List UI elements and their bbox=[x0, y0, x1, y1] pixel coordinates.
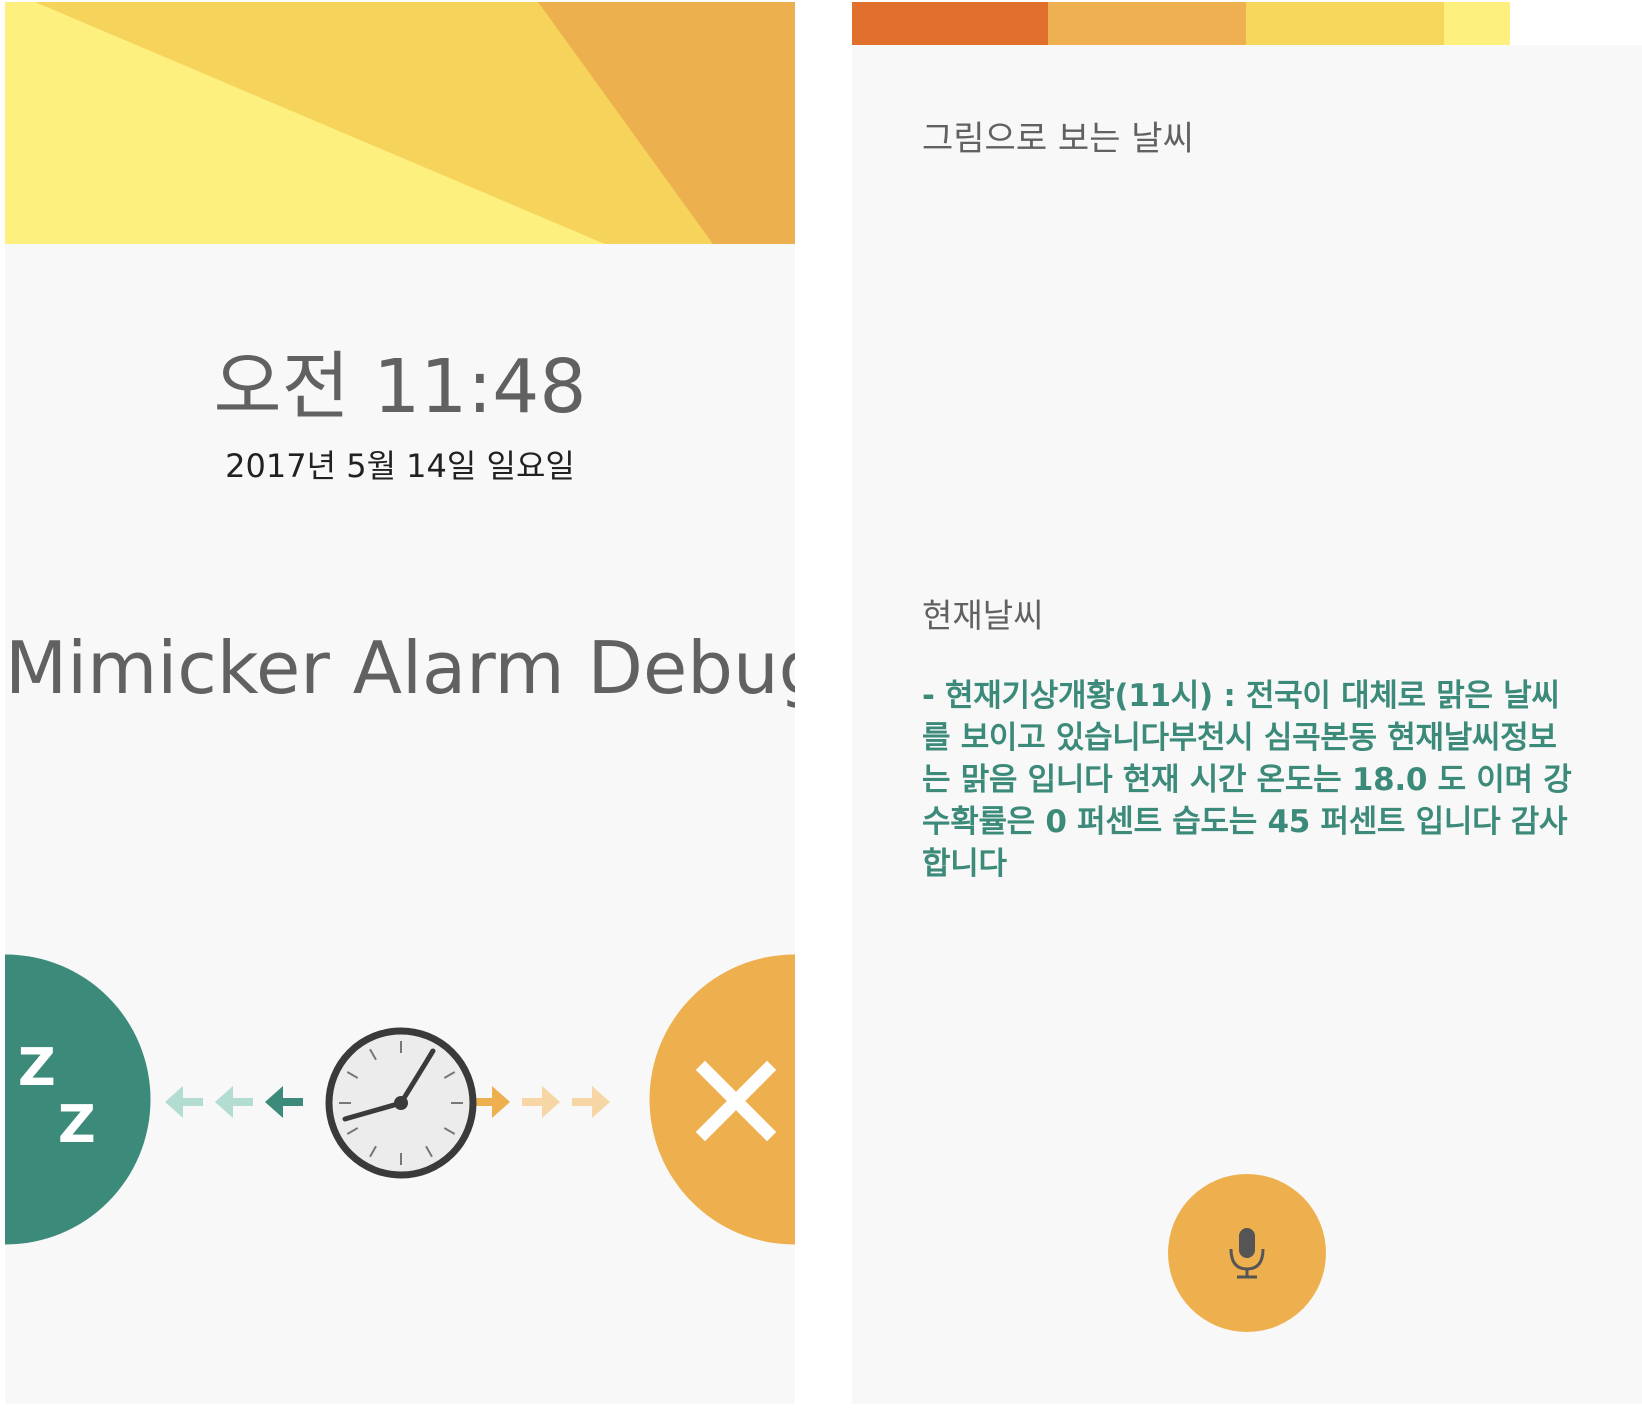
snooze-z-lower: Z bbox=[58, 1095, 96, 1155]
picture-weather-title: 그림으로 보는 날씨 bbox=[922, 119, 1194, 159]
dismiss-circle bbox=[649, 954, 795, 1245]
header-banner bbox=[5, 2, 795, 244]
weather-screen: 그림으로 보는 날씨 현재날씨 - 현재기상개황(11시) : 전국이 대체로 … bbox=[852, 45, 1642, 1404]
arrow-right-mid-icon bbox=[522, 1086, 560, 1118]
arrow-left-light-icon bbox=[165, 1086, 203, 1118]
arrow-left-dark-icon bbox=[265, 1086, 303, 1118]
alarm-date: 2017년 5월 14일 일요일 bbox=[225, 447, 575, 485]
dismiss-button[interactable] bbox=[647, 952, 795, 1247]
progress-segment-2 bbox=[1048, 2, 1246, 45]
alarm-time: 오전 11:48 bbox=[213, 344, 587, 430]
snooze-button[interactable]: Z Z bbox=[5, 952, 153, 1247]
progress-segment-4 bbox=[1444, 2, 1510, 45]
current-weather-title: 현재날씨 bbox=[922, 596, 1044, 635]
current-weather-text: - 현재기상개황(11시) : 전국이 대체로 맑은 날씨를 보이고 있습니다부… bbox=[922, 678, 1572, 882]
arrow-right-light-icon bbox=[572, 1086, 610, 1118]
progress-segment-3 bbox=[1246, 2, 1444, 45]
progress-bar bbox=[852, 2, 1510, 45]
alarm-ringing-screen: 오전 11:48 2017년 5월 14일 일요일 Mimicker Alarm… bbox=[5, 2, 795, 1404]
analog-clock-icon bbox=[325, 1027, 477, 1179]
progress-segment-1 bbox=[852, 2, 1048, 45]
mic-button[interactable] bbox=[1167, 1173, 1327, 1333]
snooze-z-upper: Z bbox=[18, 1038, 56, 1098]
arrow-left-mid-icon bbox=[215, 1086, 253, 1118]
alarm-name: Mimicker Alarm Debug bbox=[5, 626, 795, 710]
clock-center bbox=[394, 1096, 408, 1110]
